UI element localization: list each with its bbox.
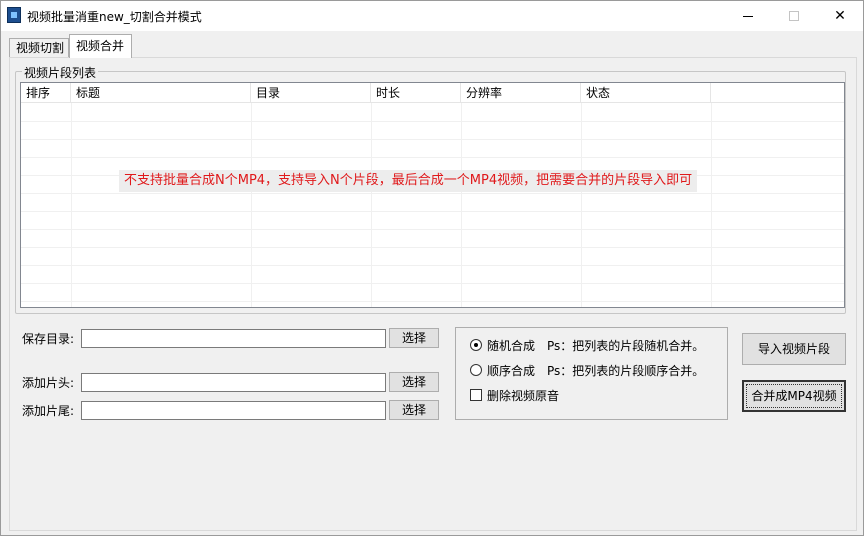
intro-input[interactable] [81, 373, 386, 392]
sequential-merge-label[interactable]: 顺序合成 [487, 362, 535, 379]
column-directory[interactable]: 目录 [251, 83, 371, 103]
tab-video-merge[interactable]: 视频合并 [69, 34, 132, 58]
close-icon: ✕ [834, 8, 846, 24]
column-resolution[interactable]: 分辨率 [461, 83, 581, 103]
grid-row-line [21, 229, 844, 230]
intro-label: 添加片头: [22, 376, 75, 390]
list-header: 排序 标题 目录 时长 分辨率 状态 [21, 83, 844, 103]
grid-column-line [71, 103, 72, 307]
sequential-merge-note: Ps：把列表的片段顺序合并。 [547, 364, 705, 378]
grid-row-line [21, 247, 844, 248]
save-dir-input[interactable] [81, 329, 386, 348]
grid-row-line [21, 157, 844, 158]
grid-column-line [711, 103, 712, 307]
column-status[interactable]: 状态 [581, 83, 711, 103]
clip-list-group-label: 视频片段列表 [22, 64, 99, 81]
random-merge-note: Ps：把列表的片段随机合并。 [547, 339, 705, 353]
outro-select-button[interactable]: 选择 [389, 400, 439, 420]
column-order[interactable]: 排序 [21, 83, 71, 103]
grid-row-line [21, 301, 844, 302]
outro-label: 添加片尾: [22, 404, 75, 418]
save-dir-label: 保存目录: [22, 332, 75, 346]
app-window: 视频批量消重new_切割合并模式 ✕ 视频切割 视频合并 视频片段列表 排序 标… [0, 0, 864, 536]
sequential-merge-radio[interactable] [470, 364, 482, 376]
clip-list-view[interactable]: 排序 标题 目录 时长 分辨率 状态 不支持批量合成N个MP4，支持导入N个片段… [20, 82, 845, 308]
grid-column-line [251, 103, 252, 307]
random-merge-label[interactable]: 随机合成 [487, 337, 535, 354]
grid-column-line [581, 103, 582, 307]
merge-options-group: 随机合成 Ps：把列表的片段随机合并。 顺序合成 Ps：把列表的片段顺序合并。 … [455, 327, 728, 420]
grid-column-line [461, 103, 462, 307]
grid-row-line [21, 283, 844, 284]
tab-video-cut[interactable]: 视频切割 [9, 38, 69, 58]
grid-row-line [21, 211, 844, 212]
import-clips-button[interactable]: 导入视频片段 [742, 333, 846, 365]
window-title: 视频批量消重new_切割合并模式 [27, 10, 202, 24]
maximize-icon [789, 11, 799, 21]
clip-list-group: 视频片段列表 排序 标题 目录 时长 分辨率 状态 不支持批量合成N个MP4，支… [15, 64, 846, 314]
title-bar: 视频批量消重new_切割合并模式 ✕ [1, 1, 863, 31]
remove-audio-checkbox[interactable] [470, 389, 482, 401]
save-dir-select-button[interactable]: 选择 [389, 328, 439, 348]
minimize-icon [743, 15, 753, 17]
grid-row-line [21, 193, 844, 194]
grid-row-line [21, 121, 844, 122]
maximize-button[interactable] [771, 1, 817, 31]
intro-select-button[interactable]: 选择 [389, 372, 439, 392]
grid-row-line [21, 139, 844, 140]
grid-row-line [21, 265, 844, 266]
remove-audio-label[interactable]: 删除视频原音 [487, 387, 559, 404]
merge-panel: 视频片段列表 排序 标题 目录 时长 分辨率 状态 不支持批量合成N个MP4，支… [9, 57, 857, 531]
outro-input[interactable] [81, 401, 386, 420]
column-duration[interactable]: 时长 [371, 83, 461, 103]
column-title[interactable]: 标题 [71, 83, 251, 103]
minimize-button[interactable] [725, 1, 771, 31]
app-icon [7, 7, 21, 23]
close-button[interactable]: ✕ [817, 1, 863, 31]
random-merge-radio[interactable] [470, 339, 482, 351]
merge-mp4-button[interactable]: 合并成MP4视频 [742, 380, 846, 412]
grid-column-line [371, 103, 372, 307]
merge-notice: 不支持批量合成N个MP4，支持导入N个片段，最后合成一个MP4视频，把需要合并的… [119, 170, 698, 192]
